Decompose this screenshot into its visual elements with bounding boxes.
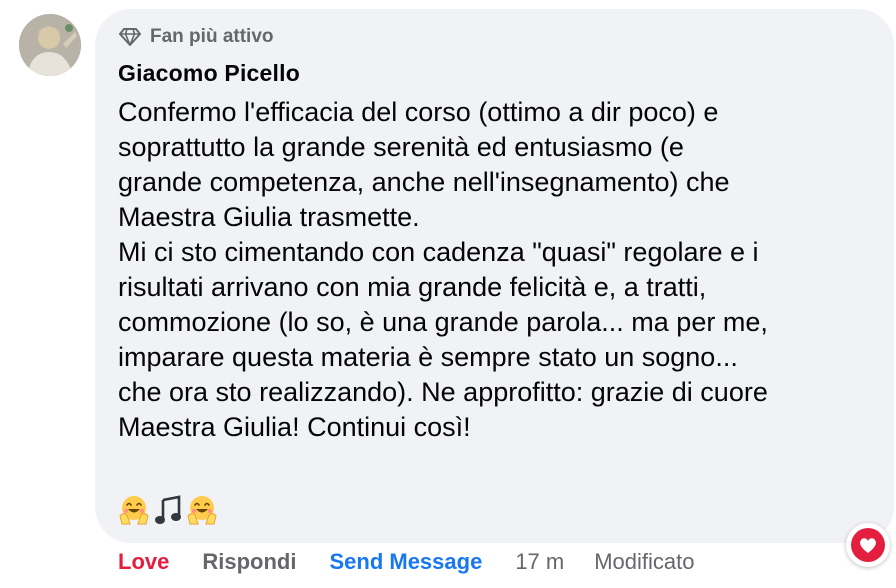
comment-line: risultati arrivano con mia grande felici… bbox=[118, 272, 707, 302]
comment-line: che ora sto realizzando). Ne approfitto:… bbox=[118, 377, 768, 407]
author-name[interactable]: Giacomo Picello bbox=[118, 60, 300, 87]
send-message-button[interactable]: Send Message bbox=[329, 549, 482, 575]
timestamp[interactable]: 17 m bbox=[515, 549, 564, 575]
comment-line: imparare questa materia è sempre stato u… bbox=[118, 342, 738, 372]
reaction-badge[interactable] bbox=[846, 523, 890, 567]
badge-label: Fan più attivo bbox=[150, 26, 274, 47]
comment-actions: Love Rispondi Send Message 17 m Modifica… bbox=[118, 549, 695, 575]
reply-button[interactable]: Rispondi bbox=[202, 549, 296, 575]
love-button[interactable]: Love bbox=[118, 549, 169, 575]
smiling-face-with-open-hands-icon bbox=[187, 496, 217, 525]
comment-line: Maestra Giulia! Continui così! bbox=[118, 412, 471, 442]
comment-line: Maestra Giulia trasmette. bbox=[118, 202, 420, 232]
comment-line: grande competenza, anche nell'insegnamen… bbox=[118, 167, 730, 197]
comment-text: Confermo l'efficacia del corso (ottimo a… bbox=[118, 95, 878, 445]
edited-label: Modificato bbox=[594, 549, 695, 574]
avatar-image bbox=[19, 14, 81, 76]
comment-line: Confermo l'efficacia del corso (ottimo a… bbox=[118, 97, 719, 127]
diamond-icon bbox=[119, 28, 141, 46]
heart-icon bbox=[851, 528, 885, 562]
comment-line: commozione (lo so, è una grande parola..… bbox=[118, 307, 768, 337]
musical-note-icon bbox=[155, 495, 181, 524]
comment-line: Mi ci sto cimentando con cadenza "quasi"… bbox=[118, 237, 759, 267]
comment-line: soprattutto la grande serenità ed entusi… bbox=[118, 132, 684, 162]
avatar[interactable] bbox=[19, 14, 81, 76]
top-fan-badge: Fan più attivo bbox=[118, 26, 274, 48]
smiling-face-with-open-hands-icon bbox=[119, 496, 149, 525]
emoji-row bbox=[118, 494, 218, 526]
